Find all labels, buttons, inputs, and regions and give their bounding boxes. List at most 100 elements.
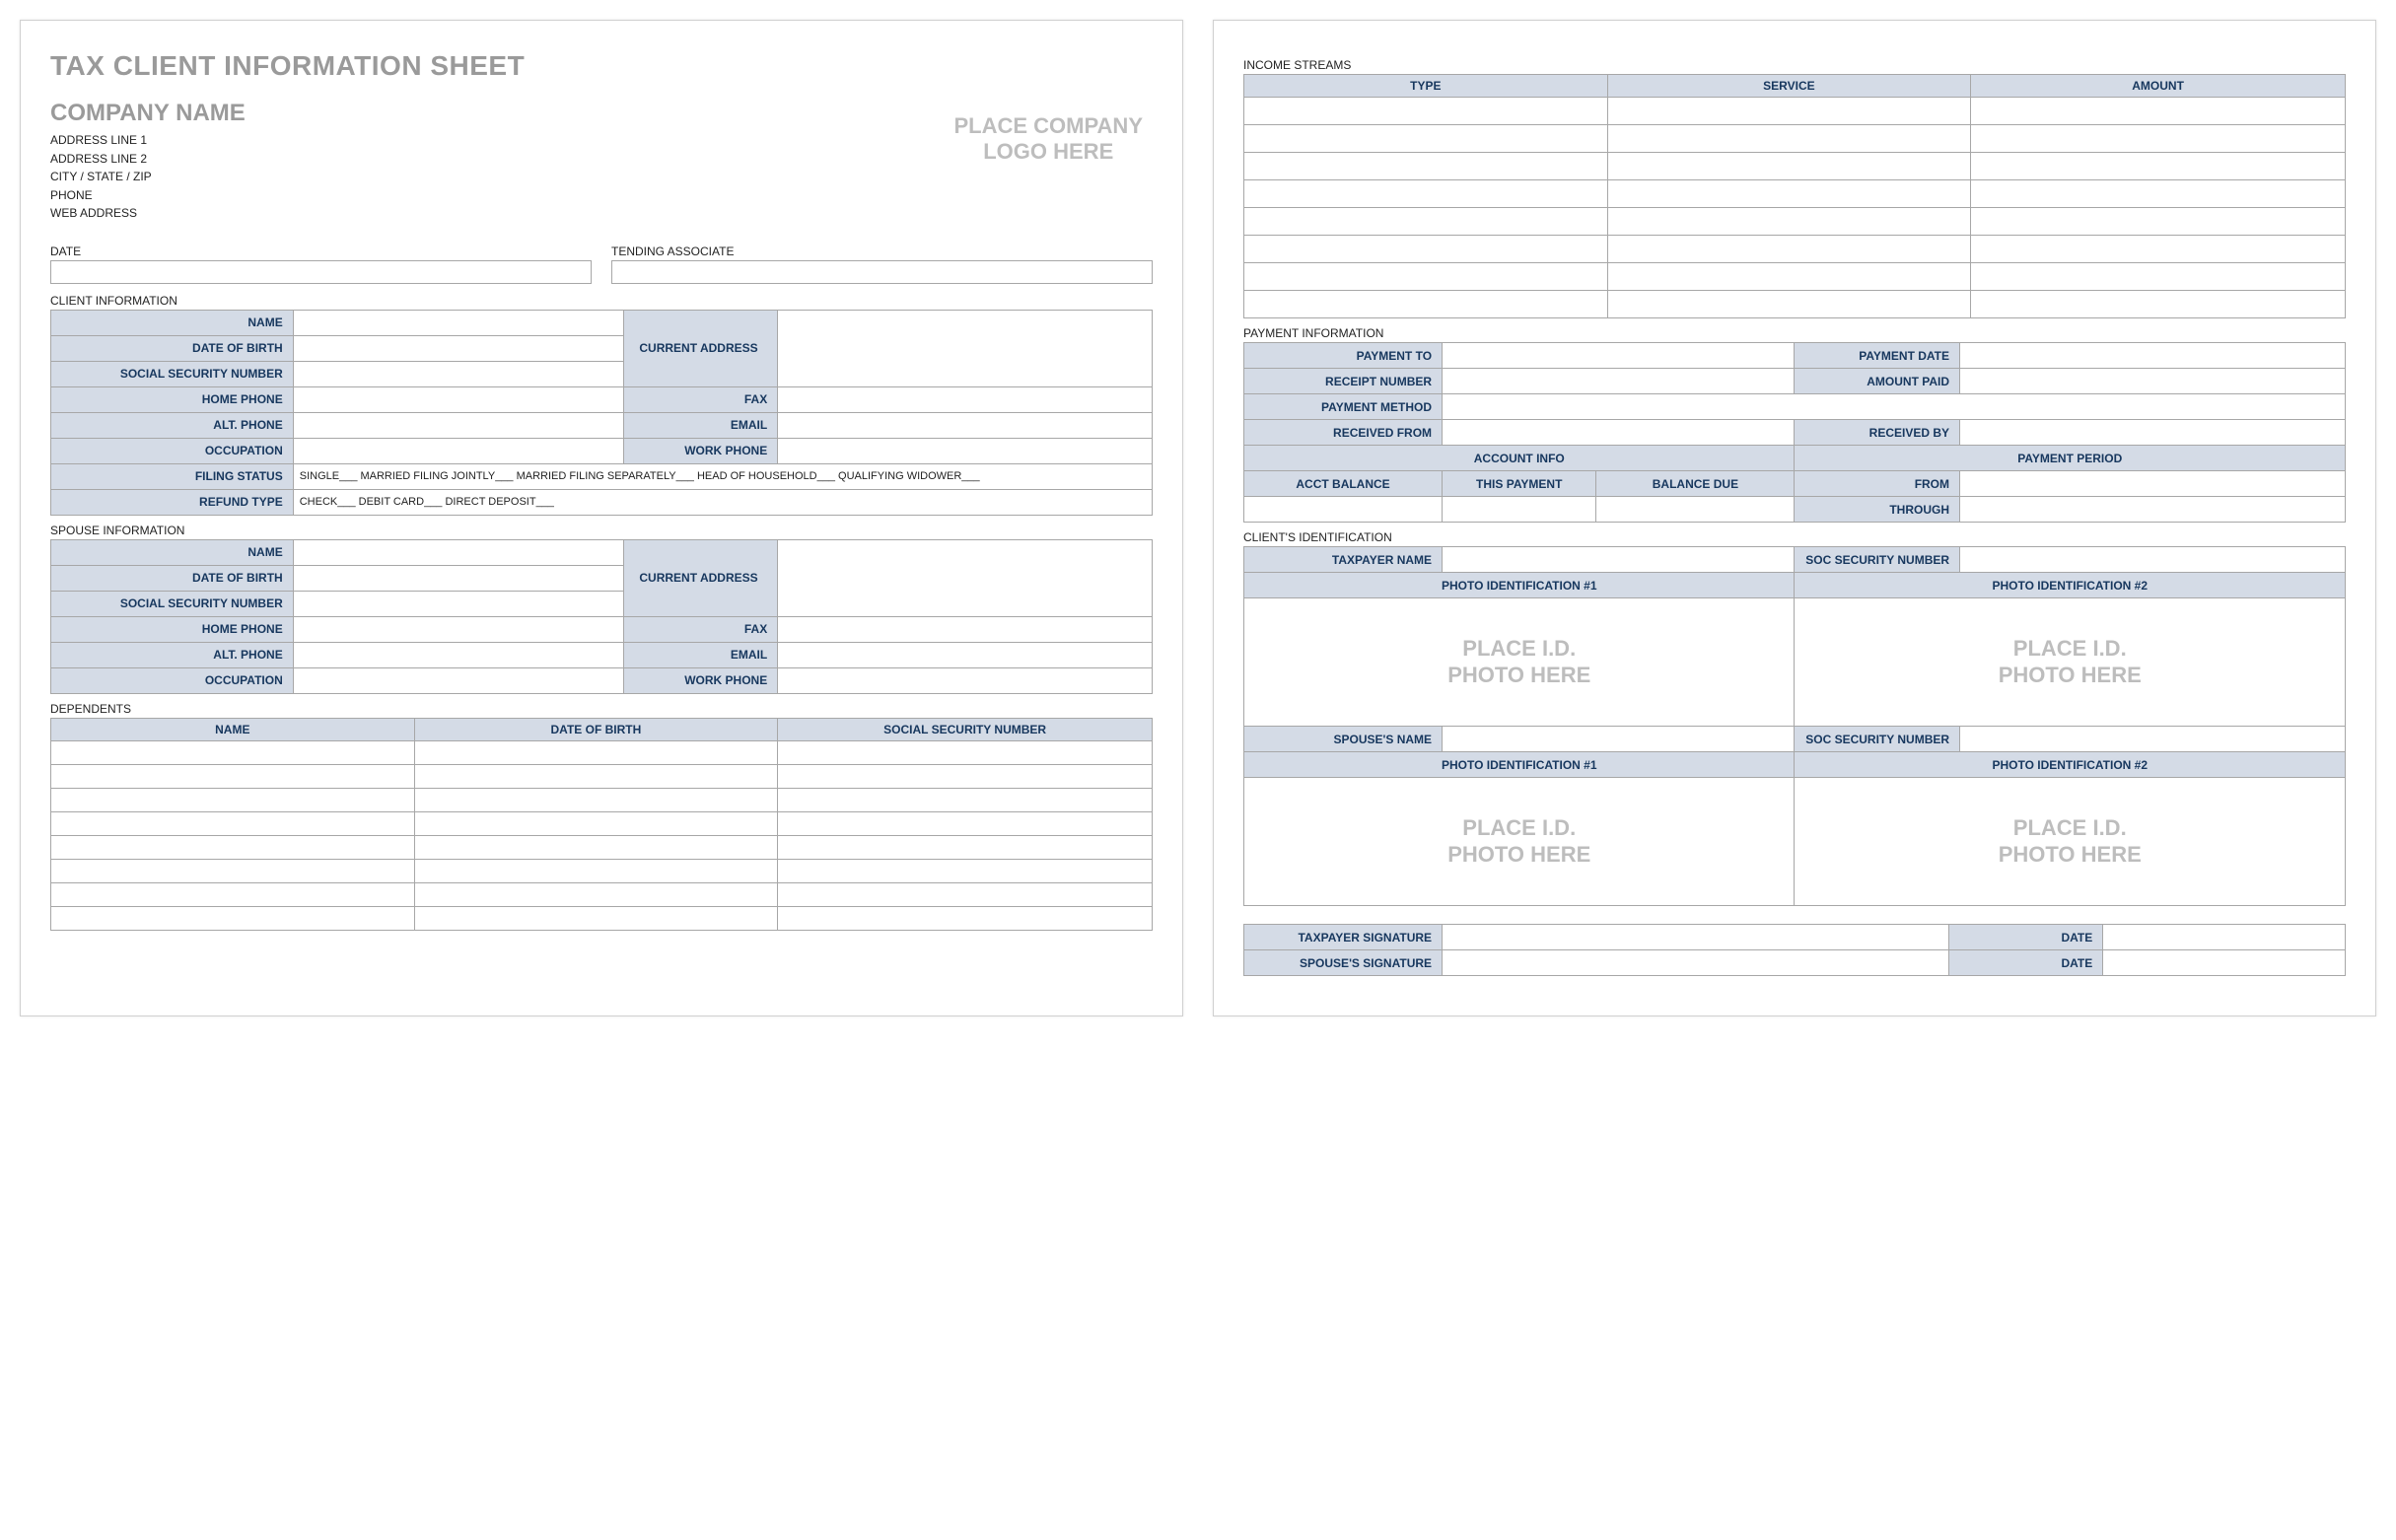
dep-cell[interactable] [414, 764, 778, 788]
dep-cell[interactable] [778, 764, 1153, 788]
income-cell[interactable] [1607, 208, 1971, 236]
spouse-email-input[interactable] [778, 642, 1153, 667]
amount-paid-input[interactable] [1960, 369, 2346, 394]
income-cell[interactable] [1971, 208, 2346, 236]
spouse-home-phone-input[interactable] [293, 616, 623, 642]
payment-date-input[interactable] [1960, 343, 2346, 369]
income-cell[interactable] [1244, 98, 1608, 125]
taxpayer-photo-1-placeholder[interactable]: PLACE I.D.PHOTO HERE [1244, 598, 1795, 727]
dep-cell[interactable] [51, 906, 415, 930]
income-cell[interactable] [1607, 153, 1971, 180]
income-cell[interactable] [1244, 236, 1608, 263]
client-fax-input[interactable] [778, 386, 1153, 412]
dep-cell[interactable] [51, 859, 415, 882]
dep-cell[interactable] [778, 788, 1153, 811]
spouse-sig-date-input[interactable] [2103, 950, 2346, 976]
client-home-phone-input[interactable] [293, 386, 623, 412]
dep-cell[interactable] [778, 859, 1153, 882]
dep-cell[interactable] [51, 764, 415, 788]
dep-cell[interactable] [51, 835, 415, 859]
dep-cell[interactable] [51, 740, 415, 764]
payment-method-input[interactable] [1443, 394, 2346, 420]
balance-due-input[interactable] [1596, 497, 1795, 523]
dep-cell[interactable] [51, 811, 415, 835]
dep-cell[interactable] [778, 835, 1153, 859]
income-cell[interactable] [1971, 180, 2346, 208]
dep-cell[interactable] [414, 740, 778, 764]
this-payment-input[interactable] [1443, 497, 1596, 523]
income-cell[interactable] [1971, 98, 2346, 125]
spouse-alt-phone-input[interactable] [293, 642, 623, 667]
payment-method-label: PAYMENT METHOD [1244, 394, 1443, 420]
spouse-work-phone-input[interactable] [778, 667, 1153, 693]
client-current-address-input[interactable] [778, 310, 1153, 386]
taxpayer-signature-input[interactable] [1443, 925, 1949, 950]
spouse-ssn-input[interactable] [293, 591, 623, 616]
income-cell[interactable] [1971, 291, 2346, 318]
income-cell[interactable] [1244, 125, 1608, 153]
receipt-number-input[interactable] [1443, 369, 1795, 394]
income-cell[interactable] [1607, 98, 1971, 125]
spouse-photo-2-placeholder[interactable]: PLACE I.D.PHOTO HERE [1795, 778, 2346, 906]
dep-cell[interactable] [414, 906, 778, 930]
spouse-occupation-input[interactable] [293, 667, 623, 693]
filing-status-options[interactable]: SINGLE___ MARRIED FILING JOINTLY___ MARR… [293, 463, 1152, 489]
client-email-input[interactable] [778, 412, 1153, 438]
dep-cell[interactable] [778, 882, 1153, 906]
refund-type-options[interactable]: CHECK___ DEBIT CARD___ DIRECT DEPOSIT___ [293, 489, 1152, 515]
taxpayer-photo-2-placeholder[interactable]: PLACE I.D.PHOTO HERE [1795, 598, 2346, 727]
client-ssn-input[interactable] [293, 361, 623, 386]
client-alt-phone-input[interactable] [293, 412, 623, 438]
spouse-fax-input[interactable] [778, 616, 1153, 642]
spouse-name-id-input[interactable] [1443, 727, 1795, 752]
received-by-input[interactable] [1960, 420, 2346, 446]
taxpayer-name-input[interactable] [1443, 547, 1795, 573]
income-cell[interactable] [1607, 291, 1971, 318]
from-input[interactable] [1960, 471, 2346, 497]
taxpayer-ssn-input[interactable] [1960, 547, 2346, 573]
date-input[interactable] [50, 260, 592, 284]
acct-balance-input[interactable] [1244, 497, 1443, 523]
spouse-current-address-input[interactable] [778, 539, 1153, 616]
dep-cell[interactable] [51, 882, 415, 906]
income-cell[interactable] [1971, 125, 2346, 153]
dep-cell[interactable] [51, 788, 415, 811]
income-cell[interactable] [1244, 180, 1608, 208]
income-cell[interactable] [1244, 263, 1608, 291]
spouse-ssn-id-input[interactable] [1960, 727, 2346, 752]
dep-cell[interactable] [414, 788, 778, 811]
dep-cell[interactable] [778, 811, 1153, 835]
income-cell[interactable] [1607, 236, 1971, 263]
client-dob-input[interactable] [293, 335, 623, 361]
income-cell[interactable] [1971, 236, 2346, 263]
spouse-dob-input[interactable] [293, 565, 623, 591]
income-cell[interactable] [1244, 208, 1608, 236]
income-cell[interactable] [1971, 153, 2346, 180]
income-cell[interactable] [1607, 125, 1971, 153]
spouse-photo-1-placeholder[interactable]: PLACE I.D.PHOTO HERE [1244, 778, 1795, 906]
taxpayer-sig-date-input[interactable] [2103, 925, 2346, 950]
income-cell[interactable] [1971, 263, 2346, 291]
received-from-input[interactable] [1443, 420, 1795, 446]
spouse-name-input[interactable] [293, 539, 623, 565]
through-input[interactable] [1960, 497, 2346, 523]
dep-cell[interactable] [414, 859, 778, 882]
dep-cell[interactable] [778, 740, 1153, 764]
income-cell[interactable] [1607, 263, 1971, 291]
spouse-signature-input[interactable] [1443, 950, 1949, 976]
dep-cell[interactable] [414, 882, 778, 906]
dep-cell[interactable] [414, 835, 778, 859]
spouse-ssn-id-label: SOC SECURITY NUMBER [1795, 727, 1960, 752]
client-work-phone-input[interactable] [778, 438, 1153, 463]
income-cell[interactable] [1244, 153, 1608, 180]
client-name-input[interactable] [293, 310, 623, 335]
income-cell[interactable] [1244, 291, 1608, 318]
dep-cell[interactable] [778, 906, 1153, 930]
payment-to-input[interactable] [1443, 343, 1795, 369]
client-occupation-input[interactable] [293, 438, 623, 463]
dep-dob-header: DATE OF BIRTH [414, 718, 778, 740]
dep-cell[interactable] [414, 811, 778, 835]
tending-associate-input[interactable] [611, 260, 1153, 284]
income-type-header: TYPE [1244, 75, 1608, 98]
income-cell[interactable] [1607, 180, 1971, 208]
